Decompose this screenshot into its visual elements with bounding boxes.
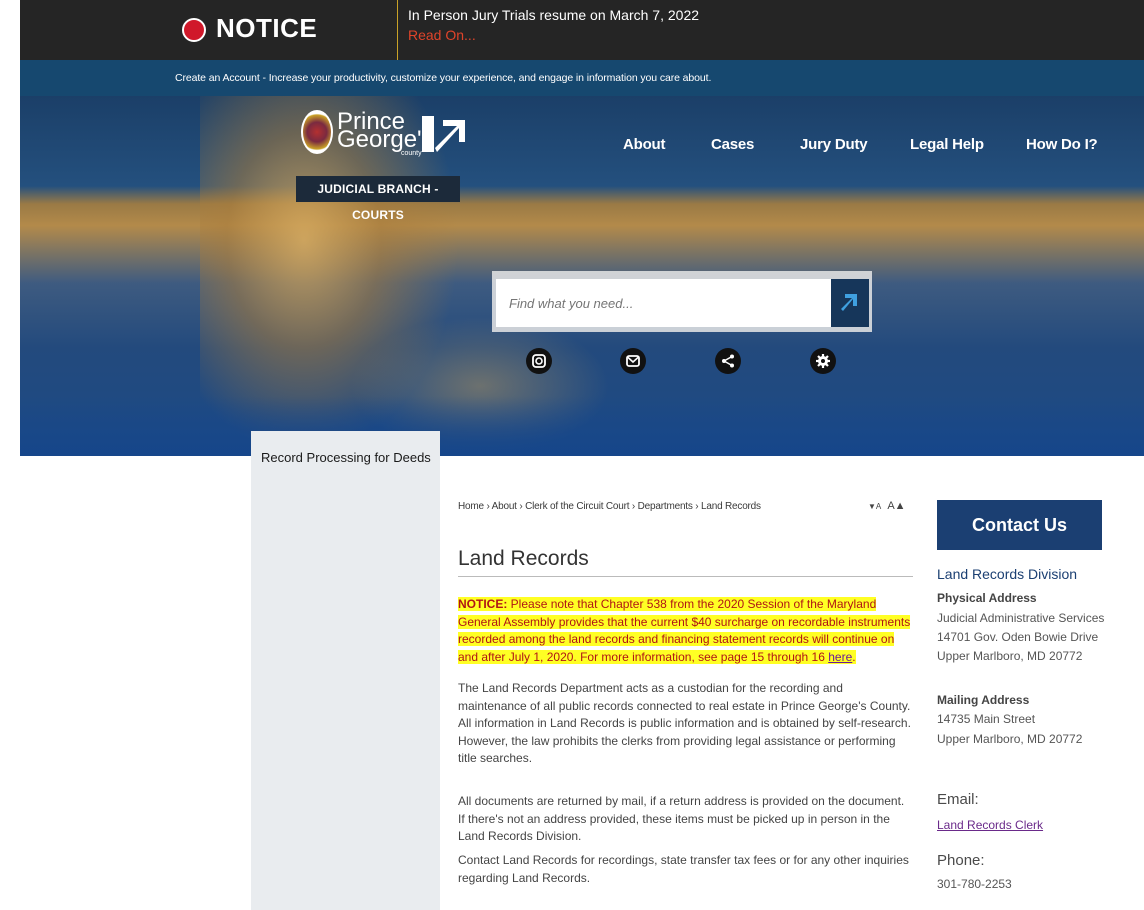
email-link[interactable]: Land Records Clerk — [937, 818, 1043, 832]
create-account-link[interactable]: Create an Account - Increase your produc… — [175, 72, 711, 84]
mailing-address-line: Upper Marlboro, MD 20772 — [937, 732, 1083, 746]
title-divider — [458, 576, 913, 577]
logo-arrow-icon — [435, 120, 465, 152]
breadcrumb-about[interactable]: About — [492, 501, 517, 512]
surcharge-notice: NOTICE: Please note that Chapter 538 fro… — [458, 596, 914, 666]
physical-address-line: 14701 Gov. Oden Bowie Drive — [937, 630, 1099, 644]
breadcrumb-current: Land Records — [700, 501, 761, 512]
account-bar[interactable]: Create an Account - Increase your produc… — [20, 60, 1144, 96]
notice-title: NOTICE — [216, 13, 318, 43]
county-seal-icon — [301, 110, 333, 154]
sidebar: Record Processing for Deeds — [251, 431, 440, 910]
hero-fade — [20, 396, 1144, 456]
nav-how-do-i[interactable]: How Do I? — [1026, 136, 1098, 153]
returns-paragraph: All documents are returned by mail, if a… — [458, 794, 905, 843]
phone-number: 301-780-2253 — [937, 877, 1012, 891]
nav-about[interactable]: About — [623, 136, 666, 153]
notice-message: In Person Jury Trials resume on March 7,… — [408, 7, 700, 23]
breadcrumb-departments[interactable]: Departments — [638, 501, 693, 512]
contact-division: Land Records Division — [937, 566, 1078, 582]
inquiries-paragraph: Contact Land Records for recordings, sta… — [458, 853, 909, 885]
font-size-controls: ▼A A▲ — [868, 500, 906, 512]
breadcrumb-separator: › — [483, 501, 492, 512]
notice-divider — [397, 0, 398, 60]
breadcrumb-separator: › — [692, 501, 701, 512]
notice-here-link[interactable]: here — [828, 650, 852, 664]
email-icon[interactable] — [620, 348, 646, 374]
mailing-address-line: 14735 Main Street — [937, 712, 1036, 726]
site-logo[interactable]: Prince George's county — [301, 108, 465, 170]
mailing-address-label: Mailing Address — [937, 693, 1030, 707]
settings-icon[interactable] — [810, 348, 836, 374]
physical-address-label: Physical Address — [937, 591, 1037, 605]
breadcrumb-separator: › — [516, 501, 526, 512]
page-title: Land Records — [458, 547, 589, 570]
physical-address-line: Upper Marlboro, MD 20772 — [937, 649, 1083, 663]
breadcrumb-home[interactable]: Home — [458, 501, 484, 512]
search-button[interactable] — [831, 279, 869, 327]
intro-paragraph: The Land Records Department acts as a cu… — [458, 681, 911, 765]
contact-heading: Contact Us — [937, 500, 1102, 550]
phone-label: Phone: — [937, 852, 985, 869]
logo-maryland-bar — [422, 116, 434, 152]
increase-font-button[interactable]: A▲ — [887, 500, 905, 512]
physical-address-line: Judicial Administrative Services — [937, 611, 1105, 625]
logo-county: county — [401, 150, 422, 157]
notice-end: . — [852, 649, 856, 664]
breadcrumb-separator: › — [629, 501, 638, 512]
search-input[interactable] — [496, 279, 832, 327]
nav-jury-duty[interactable]: Jury Duty — [800, 136, 868, 153]
instagram-icon[interactable] — [526, 348, 552, 374]
nav-legal-help[interactable]: Legal Help — [910, 136, 984, 153]
breadcrumb: Home › About › Clerk of the Circuit Cour… — [458, 501, 761, 512]
email-label: Email: — [937, 791, 979, 808]
notice-bar: NOTICE In Person Jury Trials resume on M… — [20, 0, 1144, 60]
nav-cases[interactable]: Cases — [711, 136, 754, 153]
hero-banner: Prince George's county JUDICIAL BRANCH -… — [20, 96, 1144, 456]
sidebar-item-record-processing[interactable]: Record Processing for Deeds — [261, 450, 431, 465]
read-on-link[interactable]: Read On... — [408, 27, 476, 43]
alert-icon — [182, 18, 206, 42]
judicial-branch-label: JUDICIAL BRANCH - COURTS — [296, 176, 460, 222]
breadcrumb-clerk[interactable]: Clerk of the Circuit Court — [525, 501, 629, 512]
share-icon[interactable] — [715, 348, 741, 374]
notice-label: NOTICE: — [458, 597, 508, 611]
search-arrow-icon — [841, 294, 857, 311]
decrease-font-button[interactable]: ▼A — [868, 502, 881, 511]
